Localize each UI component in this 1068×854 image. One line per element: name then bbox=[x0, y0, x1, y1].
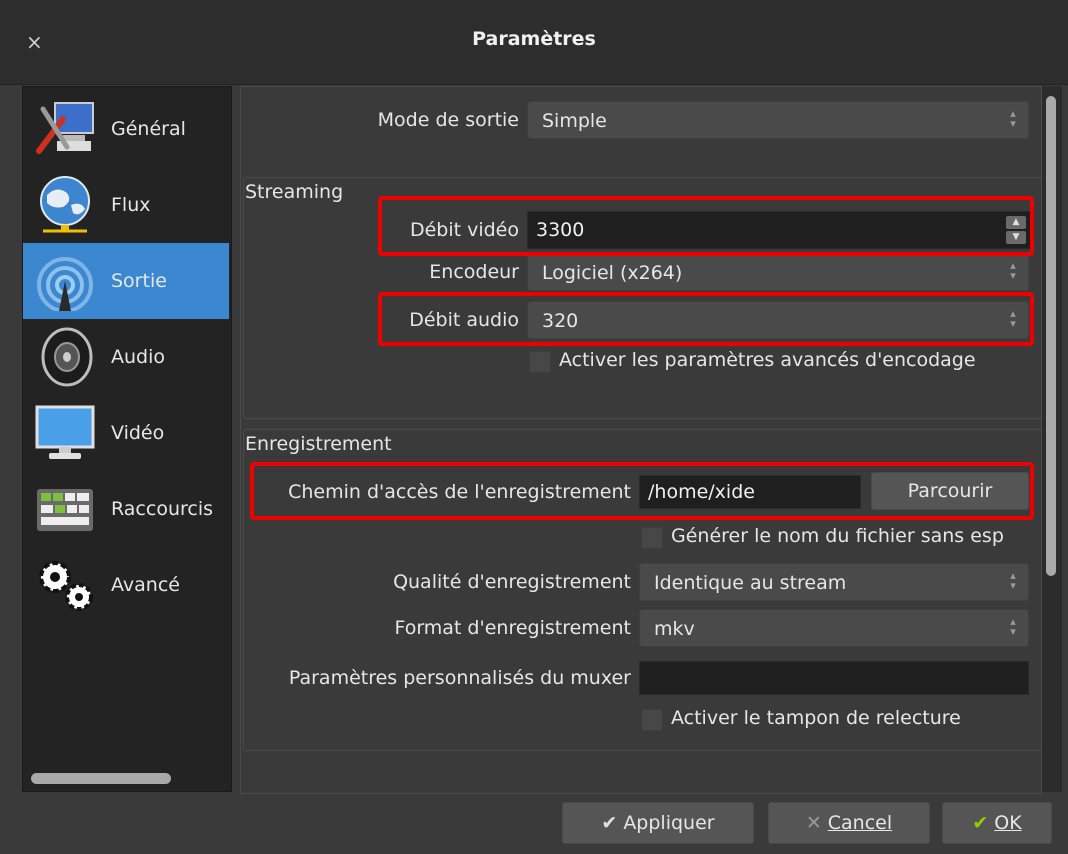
cancel-button[interactable]: ✕ Cancel bbox=[768, 802, 930, 844]
sidebar-horizontal-scrollbar[interactable] bbox=[31, 773, 171, 784]
keyboard-icon bbox=[37, 489, 93, 531]
title-bar: × Paramètres bbox=[0, 0, 1068, 85]
sidebar-item-general[interactable]: Général bbox=[23, 91, 229, 167]
sidebar-item-label: Raccourcis bbox=[111, 498, 214, 520]
encoder-select[interactable]: Logiciel (x264) ▴ ▾ bbox=[527, 253, 1029, 291]
sidebar-item-label: Vidéo bbox=[111, 422, 165, 444]
speaker-icon bbox=[41, 327, 93, 387]
checkmark-icon: ✔ bbox=[601, 812, 618, 834]
recording-quality-value: Identique au stream bbox=[654, 572, 847, 594]
encoder-value: Logiciel (x264) bbox=[542, 262, 683, 284]
cancel-label: Cancel bbox=[827, 812, 893, 834]
recording-quality-select[interactable]: Identique au stream ▴ ▾ bbox=[639, 563, 1029, 601]
advanced-encoding-checkbox[interactable] bbox=[529, 351, 551, 373]
sidebar-item-label: Général bbox=[111, 118, 186, 140]
chevron-updown-icon: ▴ ▾ bbox=[1010, 259, 1016, 282]
chevron-updown-icon: ▴ ▾ bbox=[1010, 569, 1016, 592]
ok-label: OK bbox=[994, 812, 1022, 834]
audio-bitrate-select[interactable]: 320 ▴ ▾ bbox=[527, 301, 1029, 339]
globe-network-icon bbox=[40, 176, 90, 233]
replay-buffer-label: Activer le tampon de relecture bbox=[671, 707, 961, 729]
muxer-settings-input[interactable] bbox=[639, 661, 1029, 695]
audio-bitrate-label: Débit audio bbox=[409, 309, 519, 331]
output-mode-value: Simple bbox=[542, 110, 607, 132]
checkmark-icon: ✔ bbox=[972, 812, 989, 834]
recording-format-value: mkv bbox=[654, 618, 695, 640]
recording-format-select[interactable]: mkv ▴ ▾ bbox=[639, 609, 1029, 647]
cancel-x-icon: ✕ bbox=[805, 812, 822, 834]
sidebar-item-label: Sortie bbox=[111, 270, 167, 292]
ok-button[interactable]: ✔ OK bbox=[942, 802, 1052, 844]
sidebar-item-video[interactable]: Vidéo bbox=[23, 395, 229, 471]
sidebar-item-audio[interactable]: Audio bbox=[23, 319, 229, 395]
muxer-settings-label: Paramètres personnalisés du muxer bbox=[288, 667, 631, 689]
apply-button[interactable]: ✔ Appliquer bbox=[562, 802, 754, 844]
audio-bitrate-value: 320 bbox=[542, 310, 579, 332]
sidebar-item-avance[interactable]: Avancé bbox=[23, 547, 229, 623]
sidebar-item-sortie[interactable]: Sortie bbox=[23, 243, 229, 319]
sidebar-item-label: Audio bbox=[111, 346, 166, 368]
encoder-label: Encodeur bbox=[429, 261, 519, 283]
settings-sidebar: Général Flux Sortie Audio Vidéo Raccourc… bbox=[22, 86, 232, 792]
recording-path-input[interactable]: /home/xide bbox=[639, 475, 861, 509]
sidebar-item-flux[interactable]: Flux bbox=[23, 167, 229, 243]
monitor-icon bbox=[35, 405, 95, 459]
recording-path-label: Chemin d'accès de l'enregistrement bbox=[288, 481, 631, 503]
apply-label: Appliquer bbox=[623, 812, 715, 834]
output-mode-label: Mode de sortie bbox=[377, 109, 519, 131]
recording-group-title: Enregistrement bbox=[245, 433, 392, 455]
gears-icon bbox=[39, 561, 93, 611]
content-scrollbar-thumb[interactable] bbox=[1046, 96, 1056, 576]
sidebar-item-raccourcis[interactable]: Raccourcis bbox=[23, 471, 229, 547]
video-bitrate-spinbox[interactable]: 3300 ▲ ▼ bbox=[527, 211, 1031, 249]
browse-button[interactable]: Parcourir bbox=[871, 472, 1029, 510]
chevron-updown-icon: ▴ ▾ bbox=[1010, 615, 1016, 638]
spin-up-icon[interactable]: ▲ bbox=[1006, 216, 1026, 229]
output-settings-panel: Mode de sortie Simple ▴ ▾ Streaming Débit… bbox=[240, 86, 1043, 794]
output-mode-select[interactable]: Simple ▴ ▾ bbox=[527, 101, 1029, 139]
video-bitrate-value: 3300 bbox=[536, 219, 585, 241]
chevron-updown-icon: ▴ ▾ bbox=[1010, 307, 1016, 330]
broadcast-icon bbox=[37, 257, 93, 311]
no-space-filename-checkbox[interactable] bbox=[641, 527, 663, 549]
recording-format-label: Format d'enregistrement bbox=[394, 617, 631, 639]
sidebar-item-label: Avancé bbox=[111, 574, 180, 596]
recording-quality-label: Qualité d'enregistrement bbox=[393, 571, 631, 593]
video-bitrate-label: Débit vidéo bbox=[409, 219, 519, 241]
spin-down-icon[interactable]: ▼ bbox=[1006, 231, 1026, 244]
streaming-group-title: Streaming bbox=[245, 181, 344, 203]
tools-monitor-icon bbox=[36, 102, 94, 154]
replay-buffer-checkbox[interactable] bbox=[641, 709, 663, 731]
sidebar-item-label: Flux bbox=[111, 194, 151, 216]
no-space-filename-label: Générer le nom du fichier sans esp bbox=[671, 525, 1004, 547]
chevron-updown-icon: ▴ ▾ bbox=[1010, 107, 1016, 130]
window-title: Paramètres bbox=[472, 28, 596, 50]
advanced-encoding-label: Activer les paramètres avancés d'encodag… bbox=[559, 349, 976, 371]
